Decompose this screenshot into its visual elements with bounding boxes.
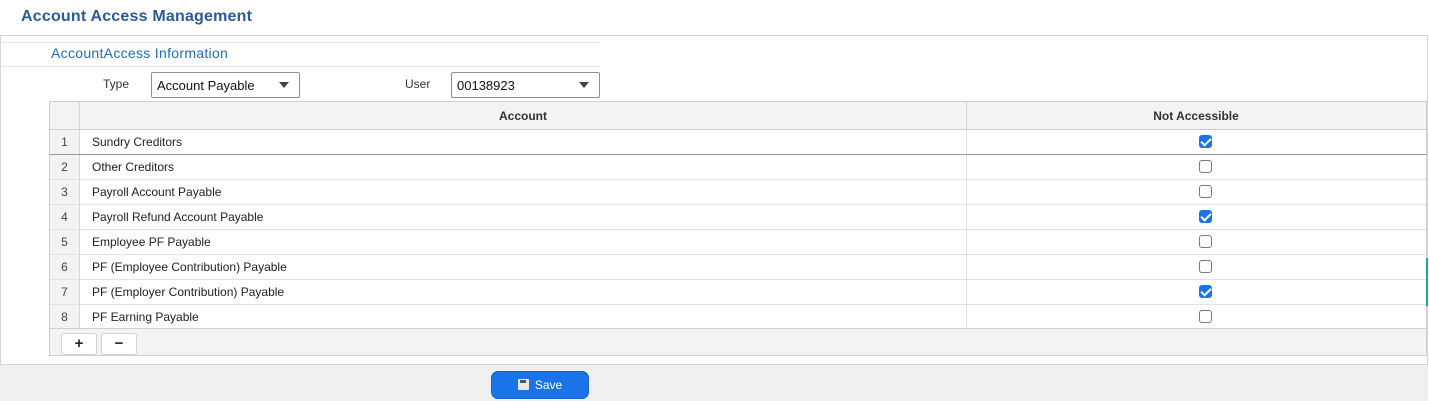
table-row[interactable]: 8 PF Earning Payable	[50, 305, 1426, 330]
not-accessible-cell	[967, 205, 1425, 229]
account-cell[interactable]: Sundry Creditors	[80, 130, 967, 154]
grid-footer: + −	[50, 328, 1426, 355]
section-divider-top	[0, 42, 600, 43]
account-cell[interactable]: Payroll Refund Account Payable	[80, 205, 967, 229]
row-number: 2	[50, 155, 80, 179]
table-row[interactable]: 2 Other Creditors	[50, 155, 1426, 180]
column-header-not-accessible[interactable]: Not Accessible	[967, 102, 1425, 130]
type-select[interactable]: Account Payable	[151, 72, 300, 98]
user-label: User	[405, 77, 431, 91]
table-row[interactable]: 3 Payroll Account Payable	[50, 180, 1426, 205]
account-cell[interactable]: Other Creditors	[80, 155, 967, 179]
not-accessible-cell	[967, 180, 1425, 204]
row-number: 6	[50, 255, 80, 279]
not-accessible-checkbox[interactable]	[1199, 185, 1212, 198]
scroll-indicator	[1426, 258, 1428, 306]
grid-header: Account Not Accessible	[50, 102, 1426, 130]
not-accessible-checkbox[interactable]	[1199, 310, 1212, 323]
section-title: AccountAccess Information	[51, 45, 229, 61]
table-row[interactable]: 1 Sundry Creditors	[50, 130, 1426, 155]
row-number: 7	[50, 280, 80, 304]
row-number: 8	[50, 305, 80, 329]
floppy-disk-icon	[517, 379, 529, 390]
user-select-value: 00138923	[457, 78, 515, 93]
chevron-down-icon	[579, 82, 589, 88]
add-row-button[interactable]: +	[61, 333, 97, 355]
account-cell[interactable]: PF (Employee Contribution) Payable	[80, 255, 967, 279]
type-select-value: Account Payable	[157, 78, 255, 93]
not-accessible-checkbox[interactable]	[1199, 210, 1212, 223]
not-accessible-checkbox[interactable]	[1199, 160, 1212, 173]
chevron-down-icon	[279, 82, 289, 88]
section-divider-bottom	[0, 66, 600, 67]
user-select[interactable]: 00138923	[451, 72, 600, 98]
not-accessible-cell	[967, 255, 1425, 279]
row-number: 3	[50, 180, 80, 204]
account-cell[interactable]: Payroll Account Payable	[80, 180, 967, 204]
table-row[interactable]: 4 Payroll Refund Account Payable	[50, 205, 1426, 230]
not-accessible-cell	[967, 280, 1425, 304]
row-number: 4	[50, 205, 80, 229]
table-row[interactable]: 6 PF (Employee Contribution) Payable	[50, 255, 1426, 280]
rownum-header	[50, 102, 80, 130]
account-cell[interactable]: PF Earning Payable	[80, 305, 967, 329]
row-number: 5	[50, 230, 80, 254]
save-button-label: Save	[534, 378, 563, 392]
remove-row-button[interactable]: −	[101, 333, 137, 355]
not-accessible-checkbox[interactable]	[1199, 135, 1212, 148]
table-row[interactable]: 5 Employee PF Payable	[50, 230, 1426, 255]
not-accessible-cell	[967, 230, 1425, 254]
not-accessible-cell	[967, 155, 1425, 179]
not-accessible-checkbox[interactable]	[1199, 260, 1212, 273]
account-cell[interactable]: Employee PF Payable	[80, 230, 967, 254]
not-accessible-cell	[967, 305, 1425, 329]
table-row[interactable]: 7 PF (Employer Contribution) Payable	[50, 280, 1426, 305]
account-cell[interactable]: PF (Employer Contribution) Payable	[80, 280, 967, 304]
column-header-account[interactable]: Account	[80, 102, 967, 130]
not-accessible-cell	[967, 130, 1425, 154]
footer-bar: Save	[0, 364, 1428, 401]
not-accessible-checkbox[interactable]	[1199, 285, 1212, 298]
row-number: 1	[50, 130, 80, 154]
account-grid: Account Not Accessible 1 Sundry Creditor…	[49, 101, 1427, 356]
page-header: Account Access Management	[0, 0, 1428, 36]
page-title: Account Access Management	[21, 8, 253, 25]
type-label: Type	[103, 77, 130, 91]
save-button[interactable]: Save	[491, 371, 589, 399]
not-accessible-checkbox[interactable]	[1199, 235, 1212, 248]
